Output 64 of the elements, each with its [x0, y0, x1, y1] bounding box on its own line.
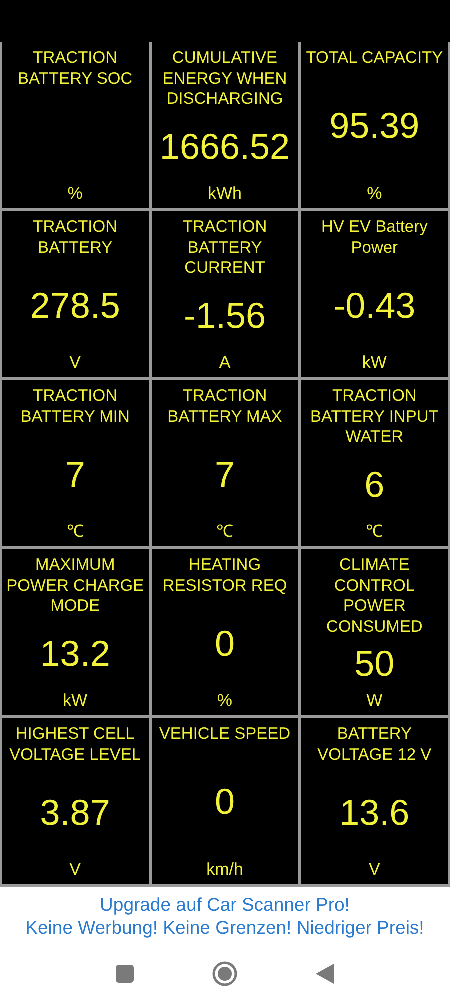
gauge-tile[interactable]: TRACTION BATTERY MAX 7 ℃: [152, 380, 298, 546]
gauge-title: CUMULATIVE ENERGY WHEN DISCHARGING: [162, 48, 288, 110]
gauge-title: TRACTION BATTERY CURRENT: [182, 217, 268, 278]
gauge-unit: ℃: [366, 522, 384, 542]
upgrade-link[interactable]: Upgrade auf Car Scanner Pro!: [100, 893, 350, 916]
gauge-title: TRACTION BATTERY INPUT WATER: [309, 386, 440, 448]
gauge-unit: W: [366, 691, 383, 711]
gauge-title: TOTAL CAPACITY: [306, 48, 444, 68]
gauge-unit: V: [70, 353, 81, 373]
gauge-title: TRACTION BATTERY MIN: [20, 386, 131, 427]
gauge-tile[interactable]: BATTERY VOLTAGE 12 V 13.6 V: [301, 718, 448, 884]
gauge-unit: kW: [63, 691, 88, 711]
gauge-tile[interactable]: HIGHEST CELL VOLTAGE LEVEL 3.87 V: [2, 718, 149, 884]
gauge-value: -0.43: [334, 286, 416, 326]
gauge-tile[interactable]: MAXIMUM POWER CHARGE MODE 13.2 kW: [2, 549, 149, 715]
gauge-value: 0: [214, 782, 235, 822]
gauge-value: 278.5: [30, 286, 120, 326]
gauge-tile[interactable]: HEATING RESISTOR REQ 0 %: [152, 549, 298, 715]
gauge-title: TRACTION BATTERY: [32, 217, 118, 258]
gauge-value: 13.2: [40, 634, 110, 674]
gauge-value: 13.6: [340, 792, 410, 832]
gauge-unit: ℃: [66, 522, 84, 542]
gauge-unit: %: [68, 184, 83, 204]
gauge-tile[interactable]: TRACTION BATTERY CURRENT -1.56 A: [152, 211, 298, 377]
gauge-title: BATTERY VOLTAGE 12 V: [316, 724, 433, 765]
gauge-title: HIGHEST CELL VOLTAGE LEVEL: [8, 724, 142, 765]
gauge-unit: kWh: [208, 184, 242, 204]
gauge-tile[interactable]: TRACTION BATTERY SOC %: [2, 42, 149, 208]
gauge-title: HV EV Battery Power: [320, 217, 429, 258]
gauge-title: HEATING RESISTOR REQ: [162, 555, 288, 596]
home-icon[interactable]: [212, 961, 238, 987]
gauge-title: CLIMATE CONTROL POWER CONSUMED: [326, 555, 424, 637]
gauge-tile[interactable]: TRACTION BATTERY 278.5 V: [2, 211, 149, 377]
gauge-tile[interactable]: TRACTION BATTERY INPUT WATER 6 ℃: [301, 380, 448, 546]
gauge-value: 7: [65, 454, 86, 494]
gauge-unit: %: [367, 184, 382, 204]
gauge-value: 1666.52: [160, 126, 290, 167]
gauge-value: 3.87: [40, 792, 110, 832]
gauge-unit: V: [368, 860, 380, 880]
gauge-unit: V: [70, 860, 81, 880]
gauge-unit: A: [219, 353, 231, 373]
gauge-value: 50: [354, 644, 395, 684]
gauge-tile[interactable]: CLIMATE CONTROL POWER CONSUMED 50 W: [301, 549, 448, 715]
gauge-title: TRACTION BATTERY SOC: [17, 48, 134, 89]
gauge-value: 0: [214, 624, 235, 664]
gauge-unit: km/h: [206, 860, 244, 880]
gauge-title: VEHICLE SPEED: [159, 724, 291, 744]
gauge-unit: %: [217, 691, 233, 711]
recents-icon[interactable]: [116, 965, 134, 983]
upgrade-link[interactable]: Keine Werbung! Keine Grenzen! Niedriger Preis!: [26, 916, 424, 939]
back-icon[interactable]: [316, 964, 334, 984]
gauge-tile[interactable]: TRACTION BATTERY MIN 7 ℃: [2, 380, 149, 546]
gauge-tile[interactable]: TOTAL CAPACITY 95.39 %: [301, 42, 448, 208]
gauge-tile[interactable]: VEHICLE SPEED 0 km/h: [152, 718, 298, 884]
gauge-value: 7: [214, 454, 235, 494]
gauge-title: TRACTION BATTERY MAX: [166, 386, 284, 427]
gauge-tile[interactable]: HV EV Battery Power -0.43 kW: [301, 211, 448, 377]
gauge-value: -1.56: [184, 296, 266, 336]
gauge-value: 95.39: [330, 106, 420, 146]
gauge-value: 6: [364, 464, 385, 505]
gauge-tile[interactable]: CUMULATIVE ENERGY WHEN DISCHARGING 1666.52 kWh: [152, 42, 298, 208]
gauge-unit: ℃: [216, 522, 234, 542]
gauge-title: MAXIMUM POWER CHARGE MODE: [6, 555, 146, 616]
gauge-unit: kW: [362, 353, 387, 373]
